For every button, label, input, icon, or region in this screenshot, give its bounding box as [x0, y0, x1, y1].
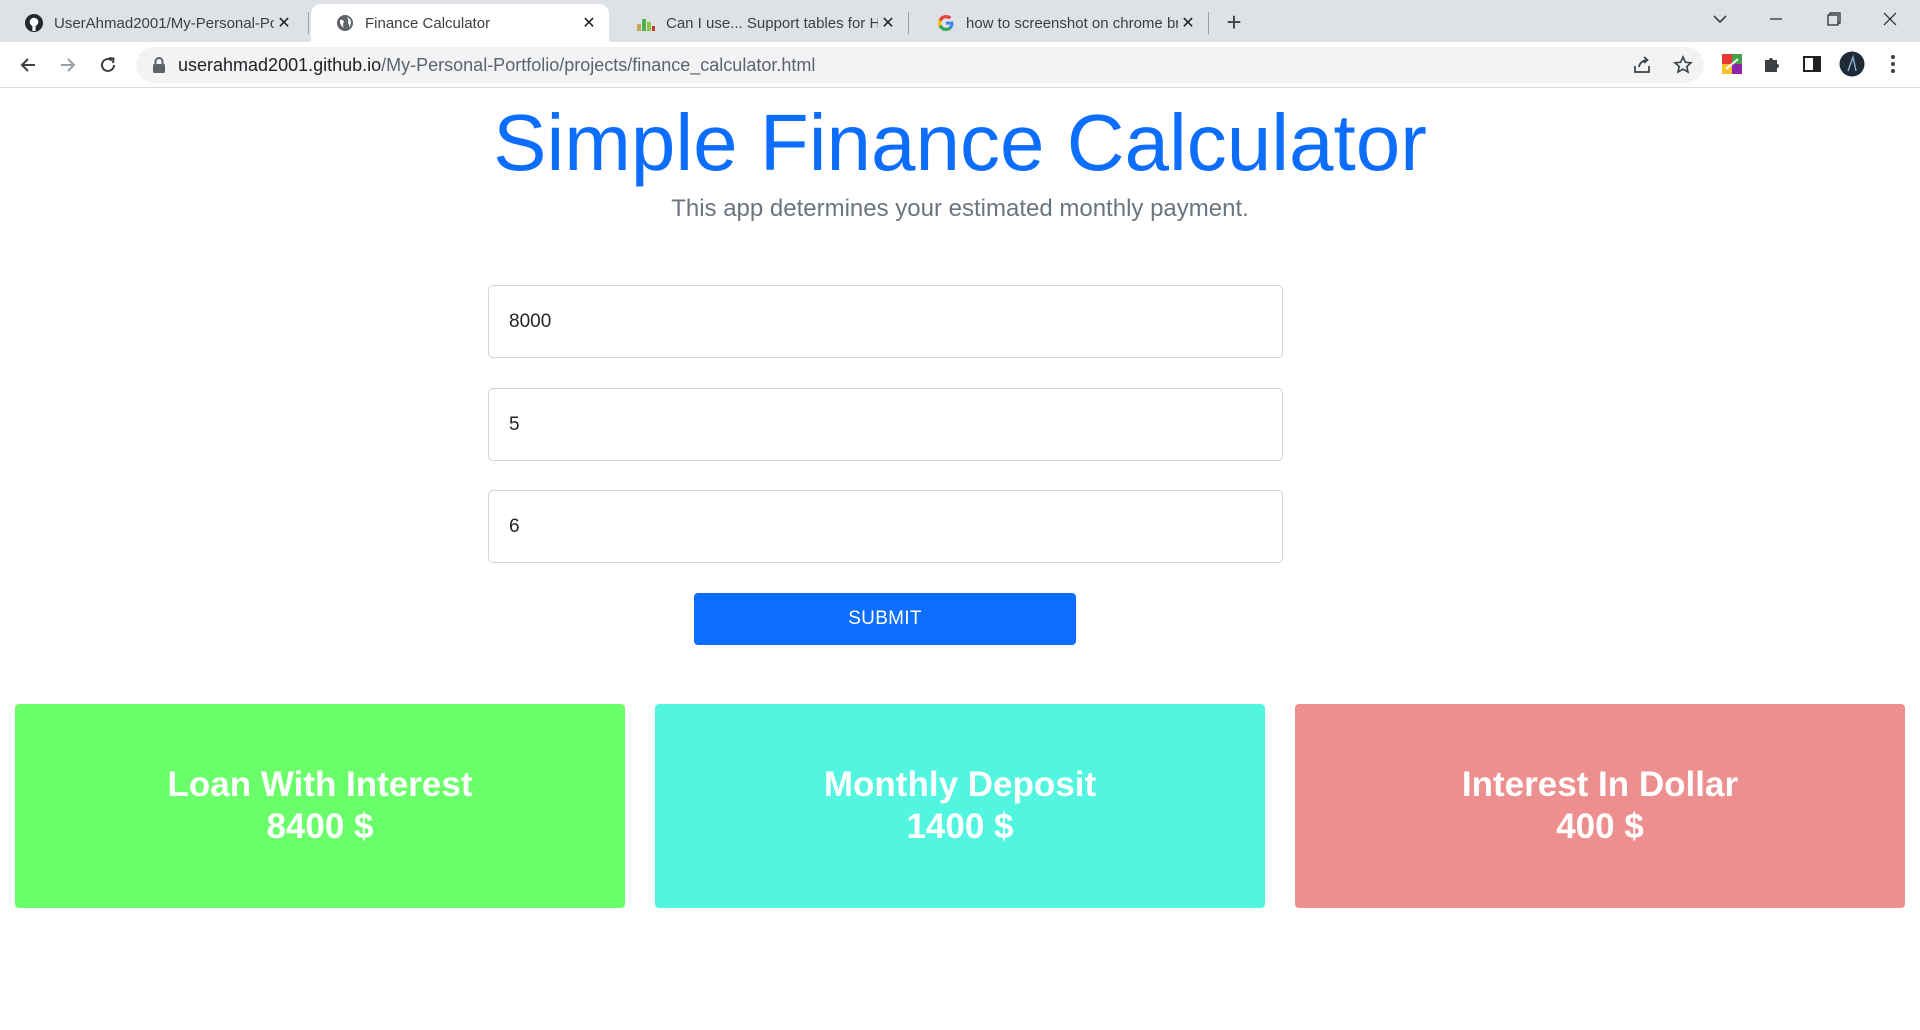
star-icon[interactable]	[1672, 54, 1694, 76]
page-title: Simple Finance Calculator	[493, 98, 1427, 187]
monthly-deposit-card: Monthly Deposit 1400 $	[655, 704, 1265, 908]
close-icon[interactable]: ✕	[274, 13, 294, 33]
tab-finance-calculator[interactable]: Finance Calculator ✕	[311, 4, 609, 42]
close-icon	[1883, 12, 1897, 26]
colorful-extension-icon[interactable]	[1719, 51, 1745, 77]
card-title: Monthly Deposit	[823, 765, 1097, 804]
years-input[interactable]	[488, 388, 1283, 461]
interest-in-dollar-card: Interest In Dollar 400 $	[1295, 704, 1905, 908]
google-icon	[936, 13, 956, 33]
loan-with-interest-card: Loan With Interest 8400 $	[15, 704, 625, 908]
restore-icon	[1827, 12, 1841, 26]
minimize-icon	[1770, 18, 1782, 20]
close-icon[interactable]: ✕	[579, 13, 599, 33]
card-value: 1400 $	[906, 807, 1014, 846]
url-path: /My-Personal-Portfolio/projects/finance_…	[381, 55, 816, 75]
card-title: Interest In Dollar	[1461, 765, 1739, 804]
reload-icon	[101, 57, 115, 72]
share-icon[interactable]	[1631, 54, 1653, 76]
tab-github[interactable]: UserAhmad2001/My-Personal-Portfolio ✕	[0, 4, 304, 42]
close-window-button[interactable]	[1862, 0, 1918, 38]
back-button[interactable]	[12, 49, 44, 81]
browser-tabstrip: UserAhmad2001/My-Personal-Portfolio ✕ Fi…	[0, 0, 1920, 42]
github-icon	[24, 13, 44, 33]
lock-icon[interactable]	[152, 56, 166, 79]
page-subtitle: This app determines your estimated month…	[671, 195, 1249, 222]
arrow-left-icon	[20, 58, 35, 72]
tab-divider	[308, 12, 309, 34]
restore-button[interactable]	[1806, 0, 1862, 38]
loan-amount-input[interactable]	[488, 285, 1283, 358]
url-host: userahmad2001.github.io	[178, 55, 382, 75]
globe-icon	[335, 13, 355, 33]
tab-divider	[908, 12, 909, 34]
card-title: Loan With Interest	[167, 765, 473, 804]
tab-google-search[interactable]: how to screenshot on chrome browser ✕	[912, 4, 1208, 42]
reload-button[interactable]	[92, 49, 124, 81]
puzzle-extensions-icon[interactable]	[1759, 51, 1785, 77]
close-icon[interactable]: ✕	[878, 13, 898, 33]
card-value: 8400 $	[266, 807, 374, 846]
tab-title: Can I use... Support tables for HTML5	[666, 14, 878, 32]
tab-title: Finance Calculator	[365, 14, 491, 32]
kebab-menu-icon[interactable]	[1880, 51, 1906, 77]
tab-title: UserAhmad2001/My-Personal-Portfolio	[54, 14, 274, 32]
url-text: userahmad2001.github.io/My-Personal-Port…	[178, 55, 815, 76]
browser-toolbar: userahmad2001.github.io/My-Personal-Port…	[0, 42, 1920, 88]
chevron-down-icon	[1713, 15, 1727, 24]
interest-rate-input[interactable]	[488, 490, 1283, 563]
card-value: 400 $	[1556, 807, 1644, 846]
profile-avatar[interactable]	[1839, 51, 1865, 77]
new-tab-button[interactable]: +	[1220, 7, 1248, 37]
address-bar[interactable]: userahmad2001.github.io/My-Personal-Port…	[136, 47, 1704, 83]
close-icon[interactable]: ✕	[1178, 13, 1198, 33]
tab-caniuse[interactable]: Can I use... Support tables for HTML5 ✕	[612, 4, 908, 42]
arrow-right-icon	[61, 58, 76, 72]
caniuse-icon	[636, 13, 656, 33]
forward-button[interactable]	[52, 49, 84, 81]
finance-calculator-page: Simple Finance Calculator This app deter…	[0, 89, 1920, 1030]
minimize-button[interactable]	[1748, 0, 1804, 38]
submit-button[interactable]: SUBMIT	[694, 593, 1076, 645]
side-panel-icon[interactable]	[1799, 51, 1825, 77]
tab-title: how to screenshot on chrome browser	[966, 14, 1178, 32]
tab-search-button[interactable]	[1692, 0, 1748, 38]
tab-divider	[1208, 12, 1209, 34]
